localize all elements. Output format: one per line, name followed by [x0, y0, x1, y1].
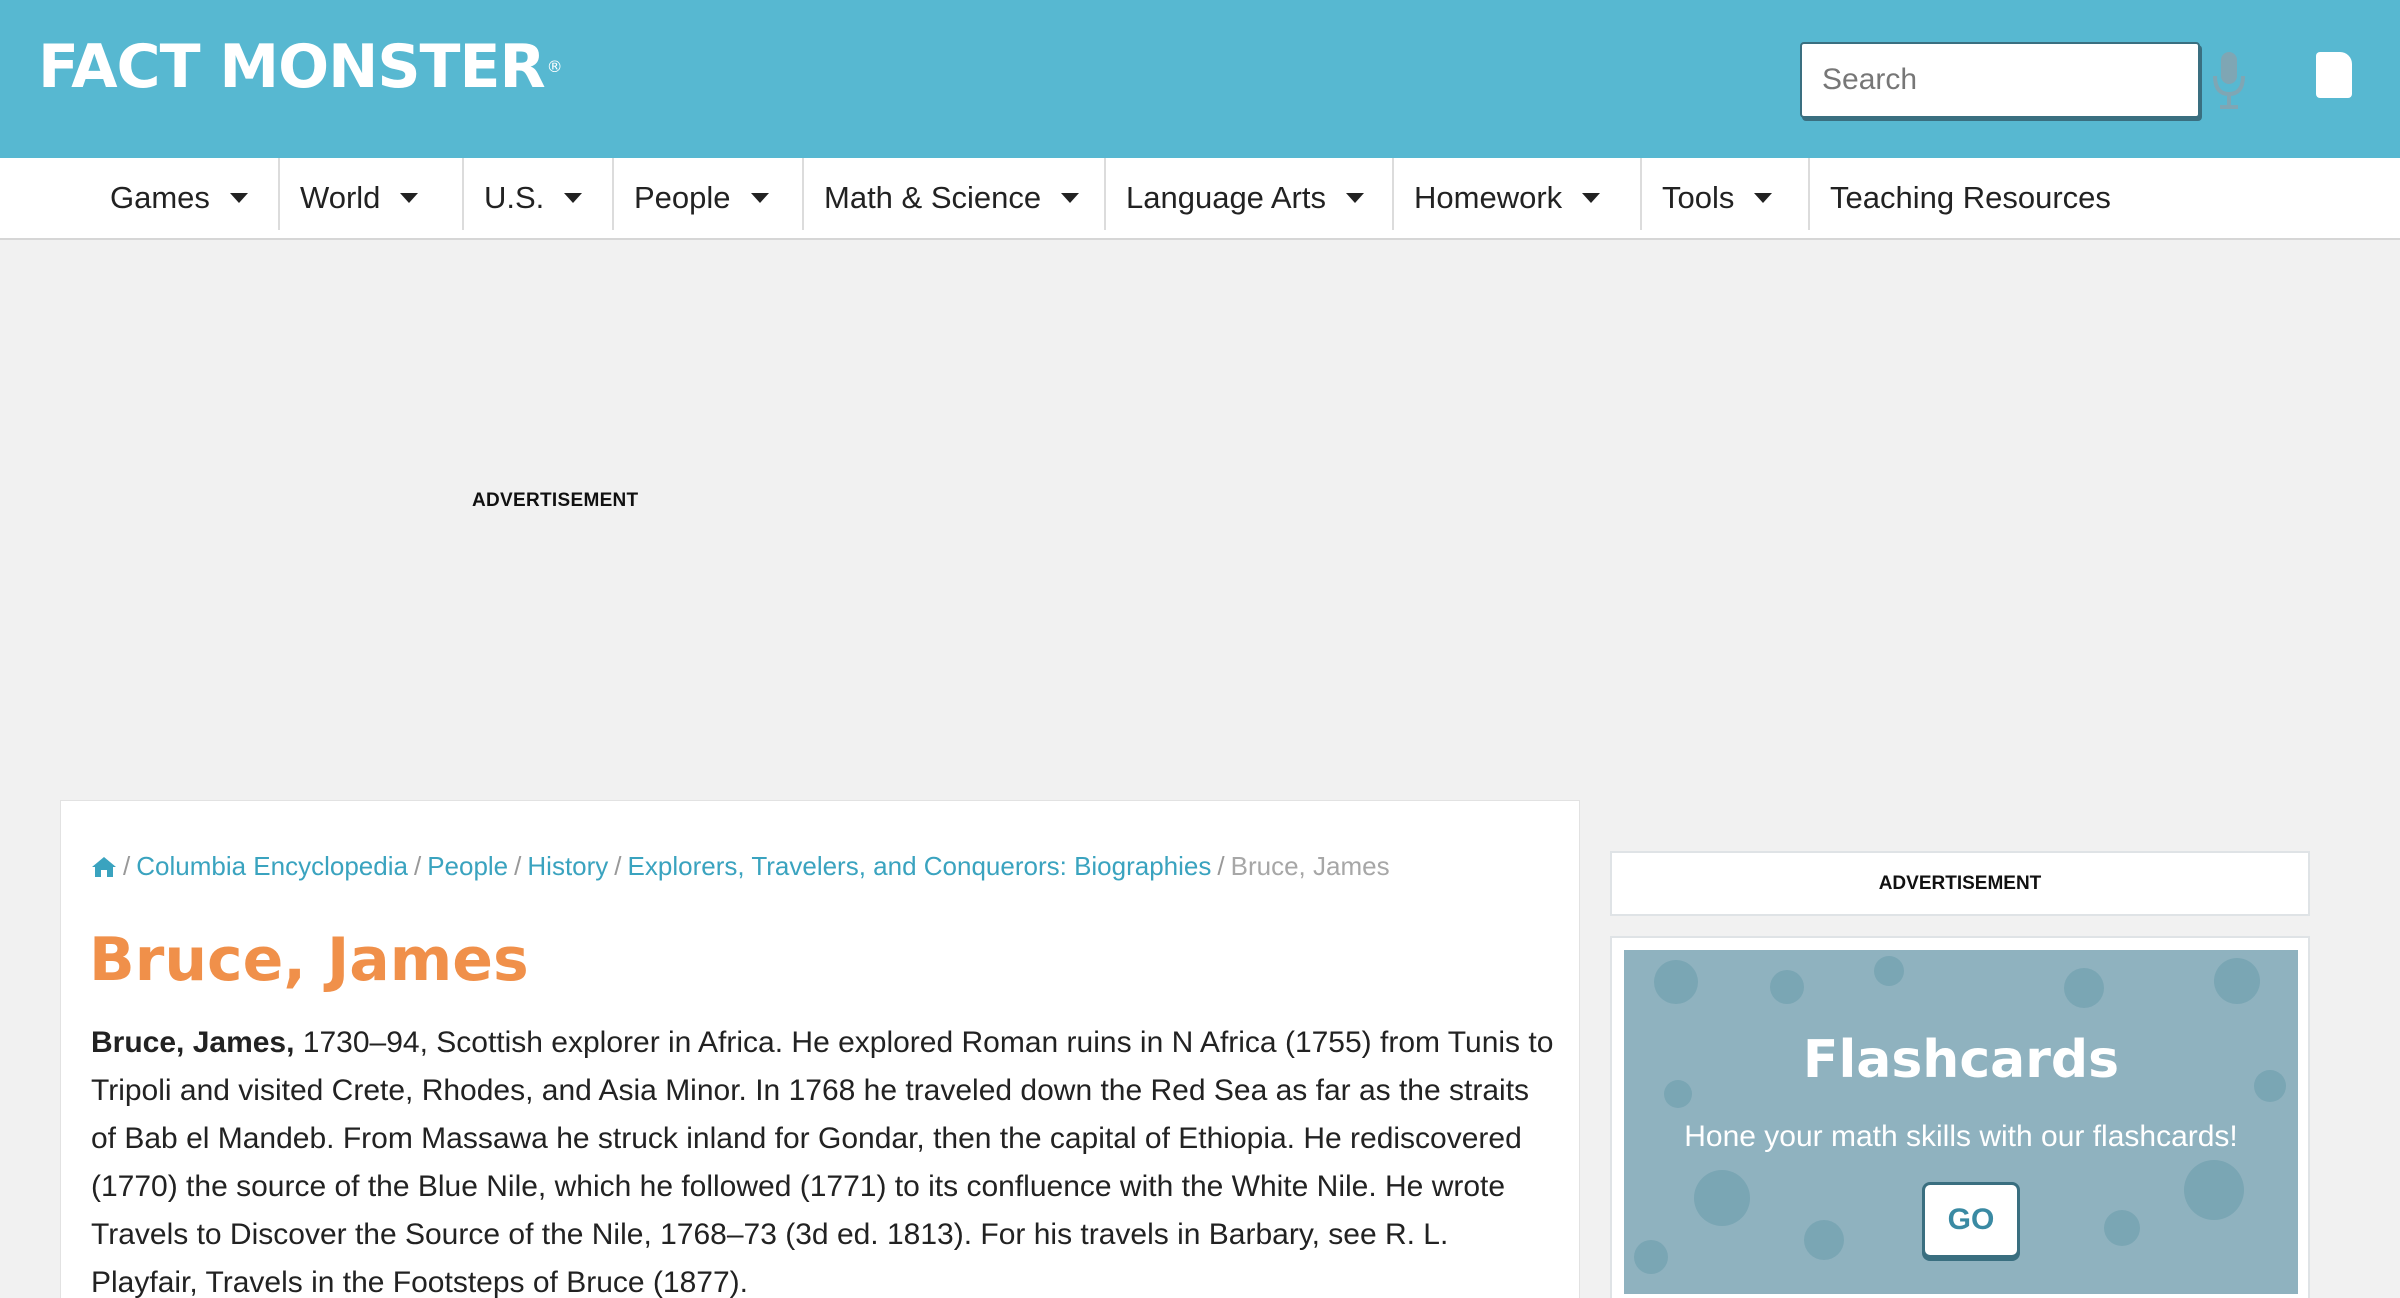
nav-divider: [1392, 158, 1394, 230]
promo-subtitle: Hone your math skills with our flashcard…: [1684, 1120, 2238, 1153]
sidebar-advertisement: ADVERTISEMENT: [1610, 851, 2310, 916]
nav-divider: [1808, 158, 1810, 230]
flashcards-promo-frame: Flashcards Hone your math skills with ou…: [1610, 936, 2310, 1298]
promo-title: Flashcards: [1802, 1030, 2120, 1090]
nav-label: Tools: [1662, 180, 1735, 215]
page-title: Bruce, James: [89, 925, 529, 995]
nav-divider: [278, 158, 280, 230]
search-box: [1800, 42, 2200, 118]
decor-dot: [1694, 1170, 1750, 1226]
article-card: / Columbia Encyclopedia / People / Histo…: [60, 800, 1580, 1298]
breadcrumb-link-people[interactable]: People: [427, 851, 508, 882]
nav-label: U.S.: [484, 180, 545, 215]
caret-down-icon: [750, 193, 769, 203]
nav-label: Games: [110, 180, 210, 215]
article-lead-term: Bruce, James,: [91, 1026, 295, 1059]
nav-label: Homework: [1414, 180, 1563, 215]
nav-item-math-science[interactable]: Math & Science: [824, 158, 1080, 238]
nav-label: Language Arts: [1126, 180, 1326, 215]
caret-down-icon: [1582, 193, 1601, 203]
decor-dot: [1770, 970, 1804, 1004]
decor-dot: [2184, 1160, 2244, 1220]
breadcrumb-link-explorers[interactable]: Explorers, Travelers, and Conquerors: Bi…: [628, 851, 1212, 882]
breadcrumb: / Columbia Encyclopedia / People / Histo…: [91, 851, 1390, 882]
search-input[interactable]: [1802, 44, 2198, 116]
article-body: Bruce, James, 1730–94, Scottish explorer…: [91, 1019, 1561, 1298]
nav-item-language-arts[interactable]: Language Arts: [1126, 158, 1364, 238]
nav-item-people[interactable]: People: [634, 158, 769, 238]
decor-dot: [1634, 1240, 1668, 1274]
nav-item-us[interactable]: U.S.: [484, 158, 583, 238]
nav-item-tools[interactable]: Tools: [1662, 158, 1773, 238]
decor-dot: [1804, 1220, 1844, 1260]
nav-divider: [1640, 158, 1642, 230]
logo-registered-mark: ®: [546, 57, 563, 76]
user-icon[interactable]: [2316, 52, 2352, 98]
breadcrumb-link-history[interactable]: History: [527, 851, 608, 882]
breadcrumb-link-columbia-encyclopedia[interactable]: Columbia Encyclopedia: [136, 851, 408, 882]
breadcrumb-separator: /: [123, 851, 131, 881]
decor-dot: [2214, 958, 2260, 1004]
caret-down-icon: [1061, 193, 1080, 203]
nav-item-world[interactable]: World: [300, 158, 419, 238]
logo-text: FACT MONSTER: [38, 32, 546, 102]
nav-label: World: [300, 180, 381, 215]
nav-label: Teaching Resources: [1830, 180, 2111, 215]
breadcrumb-separator: /: [514, 851, 522, 881]
breadcrumb-current: Bruce, James: [1230, 851, 1390, 881]
microphone-icon[interactable]: [2210, 50, 2248, 110]
flashcards-promo: Flashcards Hone your math skills with ou…: [1624, 950, 2298, 1294]
nav-divider: [612, 158, 614, 230]
decor-dot: [2104, 1210, 2140, 1246]
nav-label: People: [634, 180, 731, 215]
sidebar-advertisement-label: ADVERTISEMENT: [1878, 872, 2042, 894]
nav-divider: [1104, 158, 1106, 230]
nav-divider: [802, 158, 804, 230]
nav-label: Math & Science: [824, 180, 1042, 215]
nav-item-teaching-resources[interactable]: Teaching Resources: [1830, 158, 2111, 238]
nav-divider: [462, 158, 464, 230]
decor-dot: [2064, 968, 2104, 1008]
breadcrumb-separator: /: [614, 851, 622, 881]
nav-item-games[interactable]: Games: [110, 158, 248, 238]
nav-item-homework[interactable]: Homework: [1414, 158, 1601, 238]
caret-down-icon: [1754, 193, 1773, 203]
site-logo[interactable]: FACT MONSTER ®: [38, 32, 563, 102]
breadcrumb-separator: /: [413, 851, 422, 881]
caret-down-icon: [229, 193, 248, 203]
top-advertisement-label: ADVERTISEMENT: [472, 490, 639, 511]
caret-down-icon: [400, 193, 419, 203]
main-nav: Games World U.S. People Math & Science L…: [0, 158, 2400, 240]
article-text: 1730–94, Scottish explorer in Africa. He…: [91, 1026, 1554, 1298]
promo-go-button[interactable]: GO: [1922, 1182, 2020, 1258]
decor-dot: [1874, 956, 1904, 986]
caret-down-icon: [564, 193, 583, 203]
caret-down-icon: [1345, 193, 1364, 203]
home-icon[interactable]: [91, 856, 117, 878]
decor-dot: [1654, 960, 1698, 1004]
breadcrumb-separator: /: [1217, 851, 1225, 881]
site-header: FACT MONSTER ®: [0, 0, 2400, 158]
